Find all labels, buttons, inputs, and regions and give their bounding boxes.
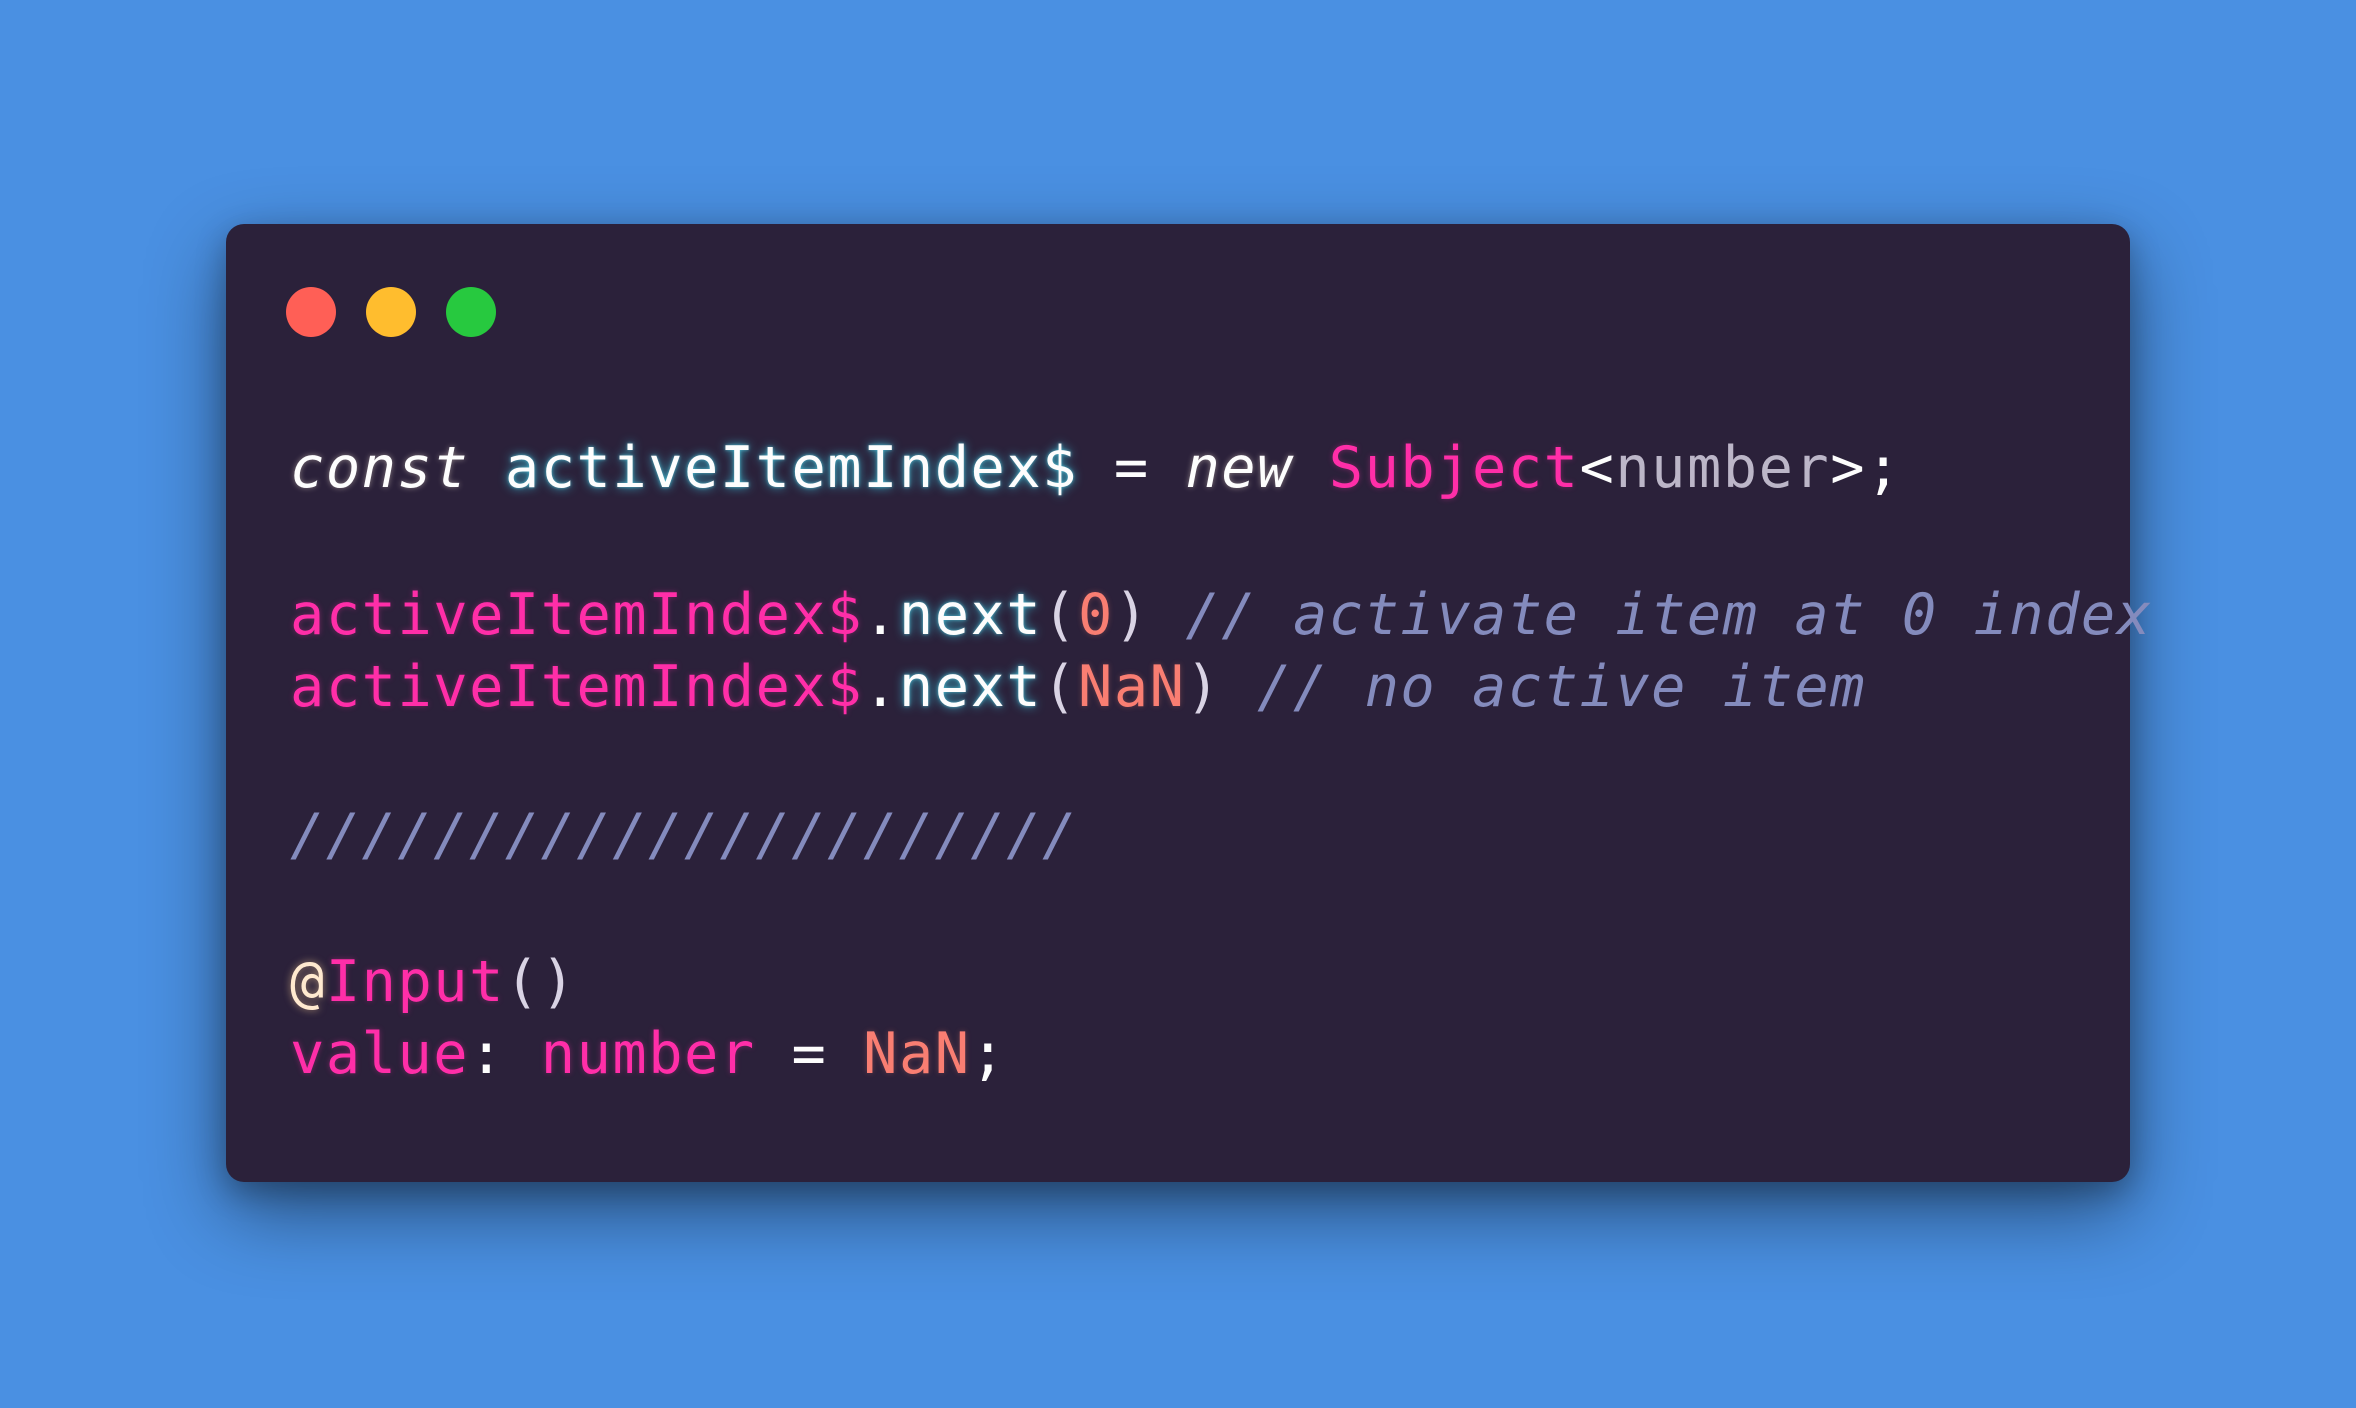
identifier: activeItemIndex$ <box>290 654 864 720</box>
dot: . <box>863 654 899 720</box>
method-name: next <box>898 654 1043 720</box>
property-name: value <box>290 1021 470 1087</box>
code-line-4: ////////////////////// <box>290 799 1078 871</box>
paren-open: ( <box>1042 582 1079 648</box>
code-line-3: activeItemIndex$.next(NaN) // no active … <box>290 651 1866 723</box>
dot: . <box>863 582 899 648</box>
decorator-name: Input <box>325 949 505 1015</box>
colon: : <box>469 1021 505 1087</box>
code-line-6: value: number = NaN; <box>290 1018 1006 1090</box>
keyword-new: new <box>1185 435 1293 501</box>
maximize-button[interactable] <box>446 287 496 337</box>
code-window: const activeItemIndex$ = new Subject<num… <box>226 224 2151 1182</box>
method-name: next <box>898 582 1043 648</box>
code-line-1: const activeItemIndex$ = new Subject<num… <box>290 432 1902 504</box>
decorator-parens: () <box>504 949 577 1015</box>
operator-equals: = <box>1113 435 1150 501</box>
comment: // no active item <box>1257 654 1867 720</box>
comment: // activate item at 0 index <box>1185 582 2153 648</box>
argument: NaN <box>1078 654 1186 720</box>
code-line-5: @Input() <box>290 946 577 1018</box>
code-line-2: activeItemIndex$.next(0) // activate ite… <box>290 579 2153 651</box>
argument: 0 <box>1078 582 1114 648</box>
type-parameter: number <box>1615 435 1831 501</box>
type-annotation: number <box>540 1021 756 1087</box>
value-literal: NaN <box>863 1021 971 1087</box>
identifier: activeItemIndex$ <box>504 435 1078 501</box>
separator-comment: ////////////////////// <box>290 802 1078 868</box>
class-name: Subject <box>1328 435 1580 501</box>
generic-open: < <box>1579 435 1616 501</box>
semicolon: ; <box>970 1021 1007 1087</box>
paren-close: ) <box>1185 654 1222 720</box>
paren-close: ) <box>1113 582 1150 648</box>
code-block: const activeItemIndex$ = new Subject<num… <box>290 224 2151 1087</box>
operator-equals: = <box>791 1021 828 1087</box>
keyword-const: const <box>290 435 470 501</box>
identifier: activeItemIndex$ <box>290 582 864 648</box>
decorator-at: @ <box>290 949 326 1015</box>
generic-close: >; <box>1830 435 1902 501</box>
paren-open: ( <box>1042 654 1079 720</box>
